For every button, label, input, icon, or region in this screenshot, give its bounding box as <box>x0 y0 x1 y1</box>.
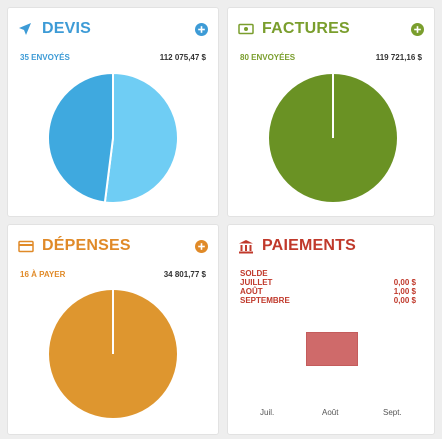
paiement-row: JUILLET 0,00 $ <box>240 278 416 287</box>
paiement-month: AOÛT <box>240 287 263 296</box>
axis-label-juillet: Juil. <box>260 408 275 417</box>
devis-pie-chart[interactable] <box>46 71 180 205</box>
bank-icon <box>238 238 254 254</box>
paiement-row: AOÛT 1,00 $ <box>240 287 416 296</box>
add-devis-button[interactable] <box>194 22 208 36</box>
devis-card: DEVIS 35 ENVOYÉS 112 075,47 $ <box>7 7 219 217</box>
devis-status[interactable]: 35 ENVOYÉS <box>20 53 70 62</box>
paiements-title: PAIEMENTS <box>262 237 356 254</box>
depenses-card: DÉPENSES 16 À PAYER 34 801,77 $ <box>7 224 219 435</box>
paiements-table: SOLDE JUILLET 0,00 $ AOÛT 1,00 $ SEPTEMB… <box>240 269 416 305</box>
solde-label: SOLDE <box>240 269 268 278</box>
credit-card-icon <box>18 238 34 254</box>
paper-plane-icon <box>18 21 34 37</box>
devis-title: DEVIS <box>42 20 92 37</box>
factures-amount: 119 721,16 $ <box>375 53 422 62</box>
depenses-header: DÉPENSES <box>18 235 208 257</box>
paiement-bar-aout[interactable] <box>306 332 358 366</box>
depenses-summary: 16 À PAYER 34 801,77 $ <box>20 270 206 279</box>
paiements-card: PAIEMENTS SOLDE JUILLET 0,00 $ AOÛT 1,00… <box>227 224 435 435</box>
depenses-status[interactable]: 16 À PAYER <box>20 270 65 279</box>
add-facture-button[interactable] <box>410 22 424 36</box>
devis-amount: 112 075,47 $ <box>159 53 206 62</box>
depenses-amount: 34 801,77 $ <box>163 270 206 279</box>
depenses-title: DÉPENSES <box>42 237 131 254</box>
paiement-row: SEPTEMBRE 0,00 $ <box>240 296 416 305</box>
paiement-amount: 0,00 $ <box>393 296 416 305</box>
banknote-icon <box>238 21 254 37</box>
add-depense-button[interactable] <box>194 239 208 253</box>
devis-header: DEVIS <box>18 18 208 40</box>
factures-title: FACTURES <box>262 20 350 37</box>
devis-pie-slice[interactable] <box>103 71 179 204</box>
factures-pie-chart[interactable] <box>266 71 400 205</box>
paiement-month: SEPTEMBRE <box>240 296 290 305</box>
factures-header: FACTURES <box>238 18 424 40</box>
paiement-month: JUILLET <box>240 278 273 287</box>
axis-label-septembre: Sept. <box>383 408 402 417</box>
devis-summary: 35 ENVOYÉS 112 075,47 $ <box>20 53 206 62</box>
depenses-pie-chart[interactable] <box>46 287 180 421</box>
devis-pie-slice[interactable] <box>47 71 114 204</box>
factures-summary: 80 ENVOYÉES 119 721,16 $ <box>240 53 422 62</box>
paiement-amount: 1,00 $ <box>393 287 416 296</box>
solde-row: SOLDE <box>240 269 416 278</box>
paiement-amount: 0,00 $ <box>393 278 416 287</box>
paiements-header: PAIEMENTS <box>238 235 424 257</box>
factures-status[interactable]: 80 ENVOYÉES <box>240 53 295 62</box>
axis-label-aout: Août <box>322 408 339 417</box>
factures-card: FACTURES 80 ENVOYÉES 119 721,16 $ <box>227 7 435 217</box>
